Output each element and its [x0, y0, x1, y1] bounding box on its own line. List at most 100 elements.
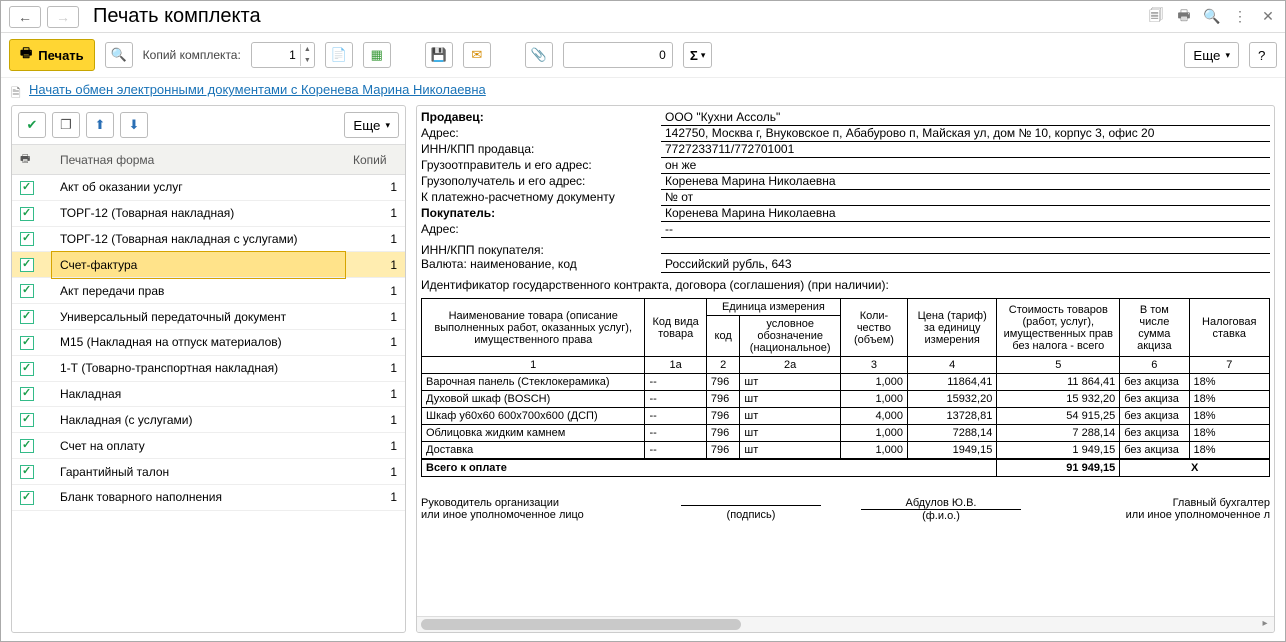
linkbar: 🗎 Начать обмен электронными документами … — [1, 78, 1285, 105]
form-row[interactable]: М15 (Накладная на отпуск материалов)1 — [12, 329, 405, 355]
checkbox-icon[interactable] — [20, 362, 34, 376]
checkbox-icon[interactable] — [20, 310, 34, 324]
more-button[interactable]: Еще ▾ — [1184, 42, 1239, 68]
checkbox-icon[interactable] — [20, 413, 34, 427]
move-up-button[interactable]: ⬆ — [86, 112, 114, 138]
goods-row: Шкаф у60х60 600х700х600 (ДСП)--796шт4,00… — [422, 408, 1270, 425]
form-row[interactable]: 1-Т (Товарно-транспортная накладная)1 — [12, 355, 405, 381]
preview-button[interactable]: 🔍 — [105, 42, 133, 68]
print-button[interactable]: 🖶 Печать — [9, 39, 95, 71]
goods-row: Духовой шкаф (BOSCH)--796шт1,00015932,20… — [422, 391, 1270, 408]
spin-up-icon[interactable]: ▲ — [301, 44, 314, 55]
th-kindcode: Код вида товара — [645, 299, 706, 357]
shipper-val: он же — [661, 158, 1270, 174]
horizontal-scrollbar[interactable]: ▸ — [417, 616, 1274, 632]
currency-key: Валюта: наименование, код — [421, 257, 661, 271]
th-taxrate: Налоговая ставка — [1189, 299, 1270, 357]
form-copies: 1 — [345, 278, 405, 304]
address2-val: -- — [661, 222, 1270, 238]
form-row[interactable]: Бланк товарного наполнения1 — [12, 484, 405, 510]
checkbox-icon[interactable] — [20, 336, 34, 350]
form-row[interactable]: Счет на оплату1 — [12, 433, 405, 459]
spin-down-icon[interactable]: ▼ — [301, 55, 314, 66]
inn2-val — [661, 238, 1270, 254]
th-unit: Единица измерения — [706, 299, 840, 316]
copies-label: Копий комплекта: — [143, 48, 241, 62]
print-column-icon: 🖶 — [20, 153, 30, 165]
checkbox-icon[interactable] — [20, 439, 34, 453]
fio-value: Абдулов Ю.В. — [861, 497, 1021, 510]
form-row[interactable]: Акт передачи прав1 — [12, 278, 405, 304]
form-row[interactable]: ТОРГ-12 (Товарная накладная с услугами)1 — [12, 226, 405, 252]
sigma-button[interactable]: Σ ▾ — [683, 42, 713, 68]
checkbox-icon[interactable] — [20, 465, 34, 479]
col-number: 3 — [840, 357, 907, 374]
seller-val: ООО "Кухни Ассоль" — [661, 110, 1270, 126]
form-row[interactable]: Счет-фактура1 — [12, 252, 405, 278]
form-copies: 1 — [345, 175, 405, 201]
form-row[interactable]: Универсальный передаточный документ1 — [12, 304, 405, 330]
forms-panel: ✔ ❐ ⬆ ⬇ Еще ▾ 🖶 Печатная форма Копий Акт… — [11, 105, 406, 633]
form-row[interactable]: Накладная1 — [12, 381, 405, 407]
spreadsheet-button[interactable]: ▦ — [363, 42, 391, 68]
close-icon[interactable]: ✕ — [1259, 8, 1277, 26]
contract-val — [889, 273, 1270, 289]
chief-line2: или иное уполномоченное л — [1061, 509, 1270, 521]
attach-button[interactable]: 📎 — [525, 42, 553, 68]
form-row[interactable]: Накладная (с услугами)1 — [12, 407, 405, 433]
check-all-button[interactable]: ✔ — [18, 112, 46, 138]
preview-icon[interactable]: 🔍 — [1203, 8, 1221, 26]
move-down-button[interactable]: ⬇ — [120, 112, 148, 138]
inn-val: 7727233711/772701001 — [661, 142, 1270, 158]
copy-button[interactable]: ❐ — [52, 112, 80, 138]
help-button[interactable]: ? — [1249, 42, 1277, 68]
inn2-key: ИНН/КПП покупателя: — [421, 243, 661, 257]
form-copies: 1 — [345, 484, 405, 510]
more-icon[interactable]: ⋮ — [1231, 8, 1249, 26]
number-input[interactable] — [563, 42, 673, 68]
director-line2: или иное уполномоченное лицо — [421, 509, 641, 521]
paydoc-val: № от — [661, 190, 1270, 206]
form-row[interactable]: ТОРГ-12 (Товарная накладная)1 — [12, 200, 405, 226]
checkbox-icon[interactable] — [20, 258, 34, 272]
form-name: Накладная — [52, 381, 345, 407]
edo-link[interactable]: Начать обмен электронными документами с … — [29, 82, 486, 97]
preview-panel[interactable]: Продавец:ООО "Кухни Ассоль" Адрес:142750… — [416, 105, 1275, 633]
paydoc-key: К платежно-расчетному документу — [421, 190, 661, 204]
checkbox-icon[interactable] — [20, 387, 34, 401]
more-label: Еще — [1193, 48, 1220, 63]
left-more-button[interactable]: Еще ▾ — [344, 112, 399, 138]
currency-val: Российский рубль, 643 — [661, 257, 1270, 273]
th-cost: Стоимость товаров (работ, услуг), имущес… — [997, 299, 1120, 357]
checkbox-icon[interactable] — [20, 181, 34, 195]
save-icon[interactable]: 🗐 — [1147, 8, 1165, 26]
copies-input[interactable] — [252, 44, 300, 66]
th-name: Наименование товара (описание выполненны… — [422, 299, 645, 357]
checkbox-icon[interactable] — [20, 207, 34, 221]
director-line1: Руководитель организации — [421, 497, 641, 509]
form-copies: 1 — [345, 226, 405, 252]
goods-row: Доставка--796шт1,0001949,151 949,15без а… — [422, 442, 1270, 460]
print-icon[interactable]: 🖶 — [1175, 8, 1193, 26]
mail-button[interactable]: ✉ — [463, 42, 491, 68]
back-button[interactable]: ← — [9, 6, 41, 28]
col-copies-header[interactable]: Копий — [345, 145, 405, 175]
form-row[interactable]: Акт об оказании услуг1 — [12, 175, 405, 201]
save-button[interactable]: 💾 — [425, 42, 453, 68]
checkbox-icon[interactable] — [20, 284, 34, 298]
form-name: ТОРГ-12 (Товарная накладная с услугами) — [52, 226, 345, 252]
form-copies: 1 — [345, 355, 405, 381]
copies-spinner[interactable]: ▲▼ — [251, 42, 315, 68]
col-form-header[interactable]: Печатная форма — [52, 145, 345, 175]
print-button-label: Печать — [38, 48, 83, 63]
checkbox-icon[interactable] — [20, 232, 34, 246]
forward-button[interactable]: → — [47, 6, 79, 28]
edo-icon: 🗎 — [11, 84, 23, 96]
col-number: 1а — [645, 357, 706, 374]
goods-row: Варочная панель (Стеклокерамика)--796шт1… — [422, 374, 1270, 391]
doc-button[interactable]: 📄 — [325, 42, 353, 68]
form-row[interactable]: Гарантийный талон1 — [12, 459, 405, 485]
checkbox-icon[interactable] — [20, 491, 34, 505]
th-unit-code: код — [706, 316, 740, 357]
th-qty: Коли-чество (объем) — [840, 299, 907, 357]
